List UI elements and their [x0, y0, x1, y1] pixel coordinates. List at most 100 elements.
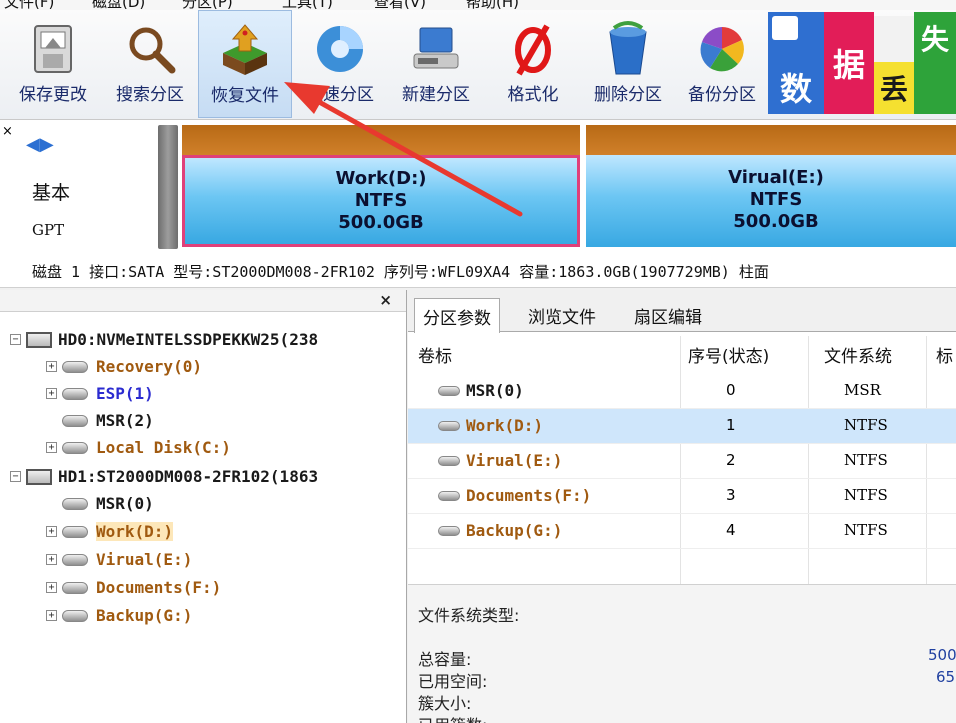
table-row-selected[interactable]: Work(D:) 1 NTFS	[408, 409, 956, 444]
backup-partition-button[interactable]: 备份分区	[676, 10, 768, 118]
row-name: Work(D:)	[438, 416, 543, 435]
tree-item-backup-g[interactable]: + Backup(G:)	[46, 602, 192, 629]
row-name-text: Virual(E:)	[466, 451, 563, 470]
menu-disk[interactable]: 磁盘(D)	[92, 0, 145, 10]
search-partition-button[interactable]: 搜索分区	[104, 10, 196, 118]
restore-files-button[interactable]: 恢复文件	[198, 10, 292, 118]
tile-diu-char: 丢	[879, 73, 908, 106]
tree-item-msr-2[interactable]: MSR(2)	[62, 407, 154, 434]
collapse-icon[interactable]: −	[10, 471, 21, 482]
expand-icon[interactable]: +	[46, 388, 57, 399]
row-name-text: MSR(0)	[466, 381, 524, 400]
partition-icon	[62, 360, 88, 373]
tree-disk-hd0[interactable]: − HD0:NVMeINTELSSDPEKKW25(238	[10, 326, 318, 353]
backup-partition-label: 备份分区	[688, 85, 756, 105]
quick-partition-label: 快速分区	[306, 85, 374, 105]
quick-partition-button[interactable]: 快速分区	[294, 10, 386, 118]
row-fs: NTFS	[844, 451, 888, 469]
msr-partition-strip[interactable]	[158, 125, 178, 249]
total-capacity-label: 总容量:	[418, 650, 472, 669]
save-changes-label: 保存更改	[19, 85, 87, 105]
tab-browse-files[interactable]: 浏览文件	[520, 298, 604, 332]
table-row[interactable]: Virual(E:) 2 NTFS	[408, 444, 956, 479]
partition-icon	[438, 455, 460, 466]
partition-icon	[438, 385, 460, 396]
tab-partition-params[interactable]: 分区参数	[414, 298, 500, 333]
new-partition-label: 新建分区	[402, 85, 470, 105]
partition-e-block[interactable]: Virual(E:) NTFS 500.0GB	[586, 155, 956, 247]
partition-icon	[62, 414, 88, 427]
expand-icon[interactable]: +	[46, 554, 57, 565]
tree-item-virual-e[interactable]: + Virual(E:)	[46, 546, 192, 573]
delete-partition-button[interactable]: 删除分区	[582, 10, 674, 118]
menu-view[interactable]: 查看(V)	[374, 0, 426, 10]
partition-icon	[438, 420, 460, 431]
tree-item-work-d-label: Work(D:)	[96, 522, 174, 541]
partition-icon	[62, 497, 88, 510]
disk-type: 基本	[32, 182, 71, 204]
disk-icon	[26, 468, 52, 485]
partition-icon	[62, 553, 88, 566]
row-name: Virual(E:)	[438, 451, 562, 470]
tile-shi: 失	[914, 12, 956, 114]
cluster-size-label: 簇大小:	[418, 694, 472, 713]
expand-icon[interactable]: +	[46, 526, 57, 537]
menu-bar: 文件(F) 磁盘(D) 分区(P) 工具(T) 查看(V) 帮助(H)	[0, 0, 956, 10]
expand-icon[interactable]: +	[46, 610, 57, 621]
tree-item-local-disk-c[interactable]: + Local Disk(C:)	[46, 434, 231, 461]
table-row[interactable]: MSR(0) 0 MSR	[408, 374, 956, 409]
disk-map: × ◀▶ 基本 GPT Work(D:) NTFS 500.0GB Virual…	[0, 120, 956, 288]
detail-tabs: 分区参数 浏览文件 扇区编辑	[408, 290, 956, 333]
format-icon	[515, 24, 551, 76]
menu-file[interactable]: 文件(F)	[4, 0, 54, 10]
expand-icon[interactable]: +	[46, 582, 57, 593]
tree-item-recovery[interactable]: + Recovery(0)	[46, 353, 202, 380]
tree-disk-hd1-label: HD1:ST2000DM008-2FR102(1863	[58, 467, 319, 486]
tree-item-work-d[interactable]: + Work(D:)	[46, 518, 174, 545]
menu-help[interactable]: 帮助(H)	[466, 0, 519, 10]
expand-icon[interactable]: +	[46, 442, 57, 453]
disk-nav-arrows[interactable]: ◀▶	[26, 134, 54, 155]
tile-diu: 丢	[874, 62, 914, 114]
partition-d-block[interactable]: Work(D:) NTFS 500.0GB	[182, 155, 580, 247]
diskmap-close-button[interactable]: ×	[2, 124, 13, 139]
table-row[interactable]: Documents(F:) 3 NTFS	[408, 479, 956, 514]
tree-disk-hd1[interactable]: − HD1:ST2000DM008-2FR102(1863	[10, 463, 318, 490]
row-fs: NTFS	[844, 416, 888, 434]
tab-sector-edit[interactable]: 扇区编辑	[626, 298, 710, 332]
tree-item-esp[interactable]: + ESP(1)	[46, 380, 154, 407]
table-row[interactable]: Backup(G:) 4 NTFS	[408, 514, 956, 549]
tree-item-backup-g-label: Backup(G:)	[96, 606, 193, 625]
format-button[interactable]: 格式化	[488, 10, 578, 118]
toolbar: 保存更改 搜索分区 恢复文件 快速分区 新建分区 格式化 删除分区 备份分区 数…	[0, 10, 956, 120]
tree-header: ×	[0, 290, 406, 312]
row-fs: NTFS	[844, 521, 888, 539]
partition-e-fs: NTFS	[749, 189, 803, 210]
row-name: MSR(0)	[438, 381, 524, 400]
col-header-index[interactable]: 序号(状态)	[688, 342, 769, 367]
menu-tools[interactable]: 工具(T)	[282, 0, 333, 10]
tree-item-msr-0[interactable]: MSR(0)	[62, 490, 154, 517]
quick-partition-icon	[317, 26, 363, 72]
collapse-icon[interactable]: −	[10, 334, 21, 345]
partition-d-fs: NTFS	[354, 190, 408, 211]
partition-d-header	[182, 125, 580, 155]
tree-item-local-disk-c-label: Local Disk(C:)	[96, 438, 231, 457]
tree-item-documents-f[interactable]: + Documents(F:)	[46, 574, 221, 601]
menu-partition[interactable]: 分区(P)	[182, 0, 233, 10]
save-changes-button[interactable]: 保存更改	[4, 10, 102, 118]
expand-icon[interactable]: +	[46, 361, 57, 372]
partition-icon	[62, 525, 88, 538]
col-header-label[interactable]: 卷标	[418, 342, 452, 367]
disk-scheme: GPT	[32, 221, 65, 239]
new-partition-button[interactable]: 新建分区	[388, 10, 484, 118]
partition-icon	[438, 525, 460, 536]
tile-shu-char: 数	[779, 70, 812, 108]
restore-files-icon	[223, 24, 267, 75]
tree-close-button[interactable]: ×	[379, 291, 392, 309]
tile-ju-char: 据	[832, 46, 865, 84]
col-header-more[interactable]: 标	[936, 342, 953, 367]
tile-blank	[874, 16, 914, 62]
tree-item-msr-2-label: MSR(2)	[96, 411, 154, 430]
col-header-fs[interactable]: 文件系统	[824, 342, 892, 367]
